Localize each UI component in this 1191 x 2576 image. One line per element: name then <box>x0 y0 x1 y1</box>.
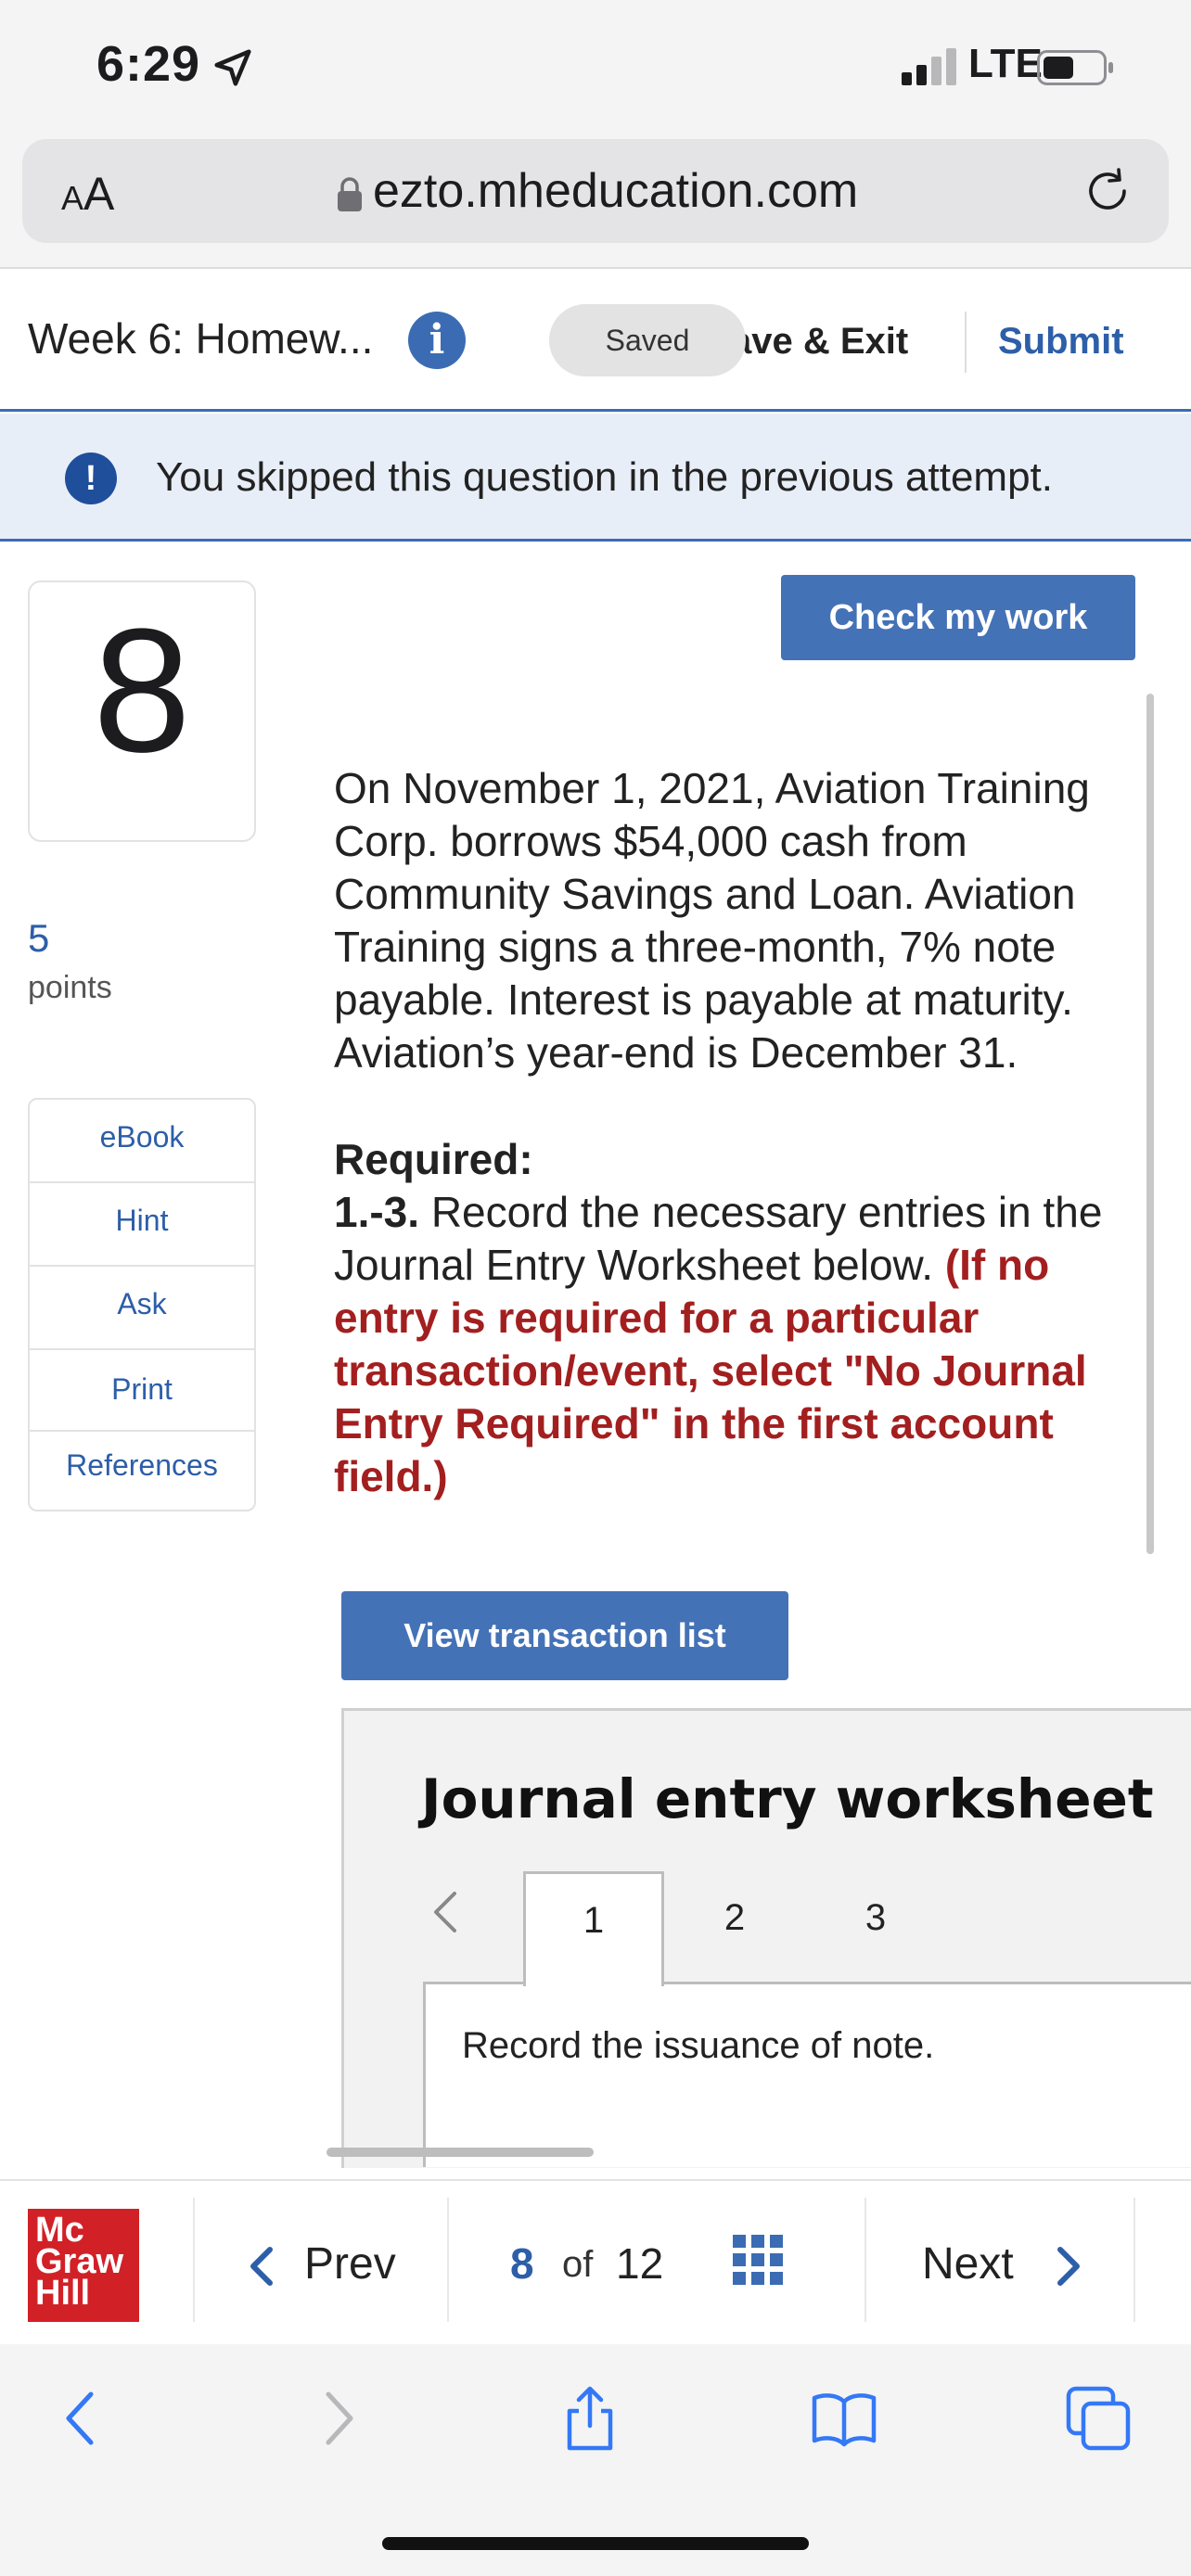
tools-divider <box>30 1181 254 1183</box>
battery-icon <box>1037 50 1113 85</box>
check-my-work-button[interactable]: Check my work <box>781 575 1135 660</box>
references-link[interactable]: References <box>30 1448 254 1483</box>
save-exit-button[interactable]: ave & Exit <box>731 321 908 363</box>
worksheet-description: Record the issuance of note. <box>462 2025 935 2066</box>
nav-divider <box>864 2198 866 2322</box>
required-number: 1.-3. <box>334 1188 420 1236</box>
question-paragraph: On November 1, 2021, Aviation Training C… <box>334 764 1090 1077</box>
info-icon[interactable]: i <box>408 312 466 369</box>
chevron-right-icon[interactable] <box>1052 2242 1085 2290</box>
tools-divider <box>30 1430 254 1432</box>
banner-message: You skipped this question in the previou… <box>156 454 1053 500</box>
view-transaction-list-button[interactable]: View transaction list <box>341 1591 788 1680</box>
back-icon[interactable] <box>48 2385 115 2452</box>
ask-link[interactable]: Ask <box>30 1287 254 1321</box>
nav-divider <box>1133 2198 1135 2322</box>
tab-1-overlay[interactable]: 1 <box>523 1871 664 1986</box>
required-section: Required: 1.-3. Record the necessary ent… <box>334 1133 1122 1503</box>
tabs-icon[interactable] <box>1065 2385 1132 2452</box>
reload-icon[interactable] <box>1082 165 1133 217</box>
hint-link[interactable]: Hint <box>30 1204 254 1238</box>
next-button[interactable]: Next <box>922 2238 1014 2289</box>
mcgraw-hill-logo: Mc Graw Hill <box>28 2209 139 2322</box>
submit-button[interactable]: Submit <box>998 321 1124 363</box>
home-indicator <box>382 2537 809 2550</box>
bookmarks-icon[interactable] <box>811 2385 877 2452</box>
forward-icon[interactable] <box>304 2385 371 2452</box>
header-divider <box>965 312 967 373</box>
text-size-button[interactable]: AA <box>61 167 114 221</box>
saved-badge: Saved <box>549 304 746 376</box>
page-of-label: of <box>562 2244 594 2285</box>
required-heading: Required: <box>334 1135 533 1183</box>
tools-divider <box>30 1348 254 1350</box>
worksheet-title: Journal entry worksheet <box>421 1767 1154 1830</box>
ebook-link[interactable]: eBook <box>30 1120 254 1154</box>
tab-3[interactable]: 3 <box>805 1871 946 1984</box>
points-label: points <box>28 970 112 1005</box>
signal-icon <box>902 48 956 85</box>
grid-icon[interactable] <box>733 2235 783 2285</box>
worksheet-body <box>423 1982 1191 2167</box>
vertical-scrollbar[interactable] <box>1146 694 1154 1554</box>
tab-2[interactable]: 2 <box>664 1871 805 1984</box>
alert-icon: ! <box>65 453 117 504</box>
lock-icon <box>338 177 362 211</box>
question-number: 8 <box>93 593 191 789</box>
prev-button[interactable]: Prev <box>304 2238 396 2289</box>
network-label: LTE <box>968 41 1043 86</box>
current-page: 8 <box>510 2239 534 2288</box>
chevron-left-icon[interactable] <box>427 1888 464 1936</box>
share-icon[interactable] <box>557 2385 623 2452</box>
chevron-left-icon[interactable] <box>245 2242 278 2290</box>
nav-divider <box>193 2198 195 2322</box>
nav-divider <box>447 2198 449 2322</box>
horizontal-scrollbar[interactable] <box>327 2148 594 2157</box>
url-text[interactable]: ezto.mheducation.com <box>373 163 858 219</box>
tools-divider <box>30 1265 254 1267</box>
print-link[interactable]: Print <box>30 1372 254 1407</box>
question-tools: eBook Hint Ask Print References <box>28 1098 256 1511</box>
assignment-title: Week 6: Homew... <box>28 314 374 363</box>
total-pages: 12 <box>616 2239 664 2288</box>
status-time: 6:29 <box>96 36 201 92</box>
location-arrow-icon <box>214 49 251 86</box>
points-value: 5 <box>28 916 50 960</box>
